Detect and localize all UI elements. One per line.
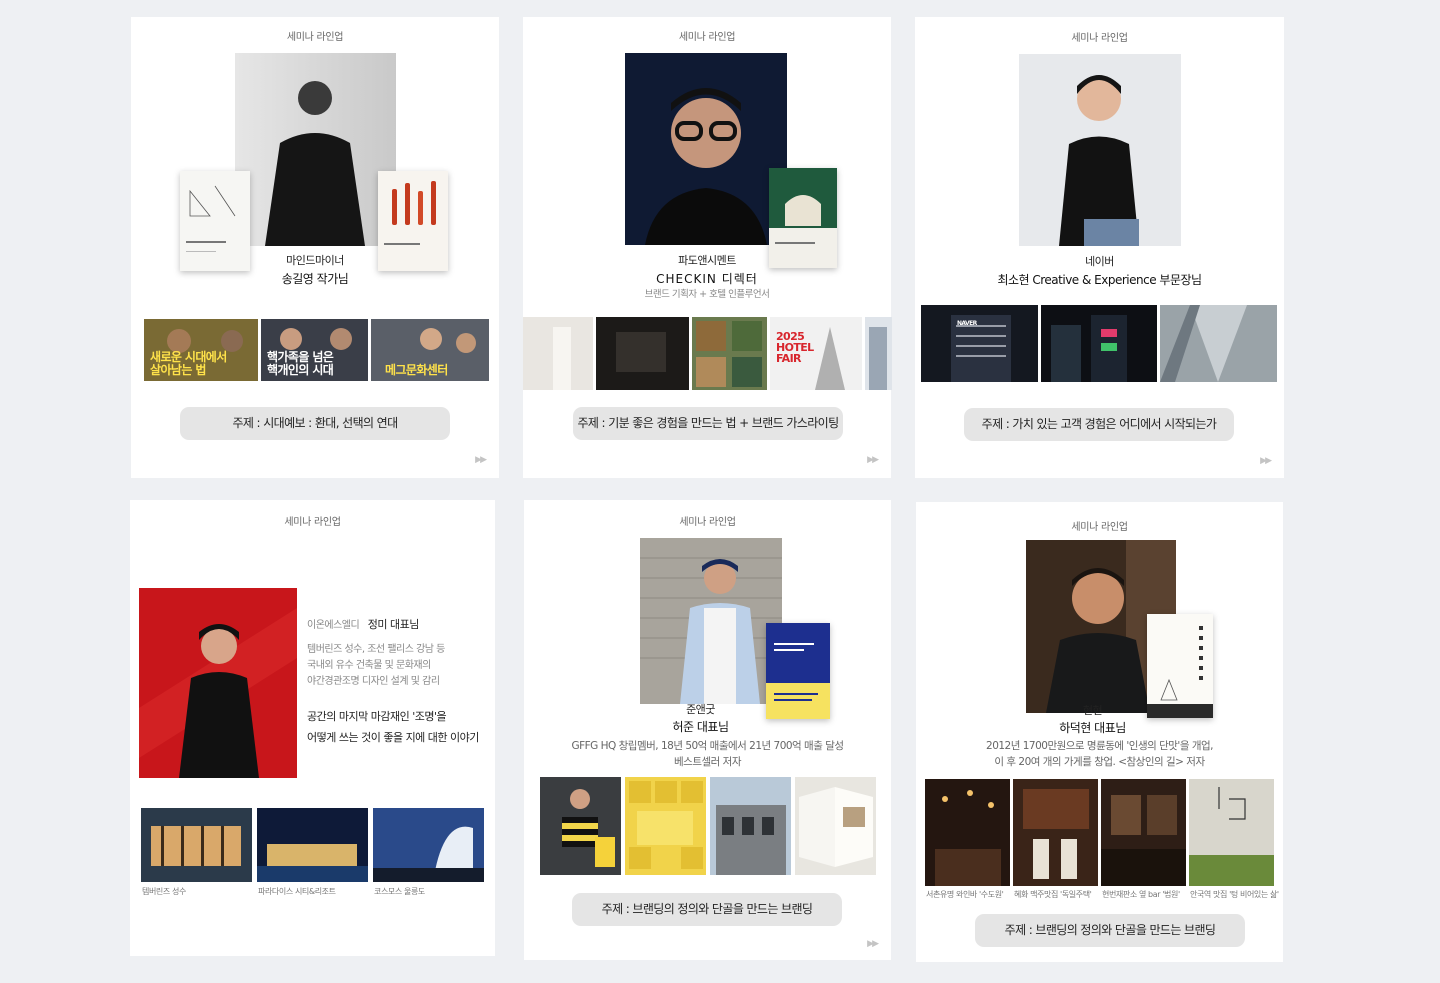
speaker-name: 최소현 Creative & Experience 부문장님: [997, 273, 1202, 287]
speaker-photo: [235, 53, 396, 246]
description-line: 2012년 1700만원으로 명륜동에 '인생의 단맛'을 개업,: [986, 740, 1213, 752]
topic-pill: 주제 : 가치 있는 고객 경험은 어디에서 시작되는가: [964, 408, 1234, 441]
video-thumbnail[interactable]: 핵가족을 넘은 핵개인의 시대: [261, 319, 368, 381]
thumbnail-image[interactable]: NAVER: [921, 305, 1038, 382]
caption-row: 서촌유명 와인바 '수도원' 혜화 맥주맛집 '독일주택' 현번재판소 옆 ba…: [926, 889, 1279, 900]
thumbnail-image[interactable]: [141, 808, 252, 882]
speaker-photo: [625, 53, 787, 245]
description-line: GFFG HQ 창립멤버, 18년 50억 매출에서 21년 700억 매출 달…: [571, 740, 844, 752]
caption-row: 템버린즈 성수 파라다이스 시티&리조트 코스모스 울릉도: [142, 886, 490, 897]
more-arrow-icon[interactable]: ▶▶: [1260, 456, 1272, 466]
description-line: 베스트셀러 저자: [674, 756, 741, 768]
thumbnail-text: NAVER: [957, 320, 977, 327]
thumbnail-image[interactable]: [540, 777, 621, 875]
thumbnail-image[interactable]: [1013, 779, 1098, 886]
seminar-card-1[interactable]: 세미나 라인업 마인드마이너 송길영 작가님 새로운 시대에서 살아남는 법 핵…: [131, 17, 499, 478]
highlight-line: 공간의 마지막 마감재인 '조명'을: [307, 710, 447, 723]
thumbnail-image[interactable]: [1101, 779, 1186, 886]
thumbnail-image[interactable]: [1160, 305, 1277, 382]
speaker-description: 2012년 1700만원으로 명륜동에 '인생의 단맛'을 개업, 이 후 20…: [916, 738, 1283, 770]
thumbnail-image[interactable]: [257, 808, 368, 882]
thumbnail-image[interactable]: [865, 317, 892, 390]
thumbnail-strip: 새로운 시대에서 살아남는 법 핵가족을 넘은 핵개인의 시대 메그문화센터: [144, 319, 489, 381]
seminar-card-5[interactable]: 세미나 라인업 준앤굿 허준 대표님 GFFG HQ 창립멤버, 18년 50억…: [524, 500, 891, 960]
seminar-card-6[interactable]: 세미나 라인업 현현 하덕현 대표님 2012년 1700만원으로 명륜동에 '…: [916, 502, 1283, 962]
video-thumbnail[interactable]: 새로운 시대에서 살아남는 법: [144, 319, 258, 381]
thumbnail-text: 핵가족을 넘은 핵개인의 시대: [267, 350, 334, 377]
card-kicker: 세미나 라인업: [1071, 522, 1128, 533]
speaker-description: GFFG HQ 창립멤버, 18년 50억 매출에서 21년 700억 매출 달…: [524, 738, 891, 770]
speaker-photo: [640, 538, 782, 704]
thumbnail-text: 메그문화센터: [385, 363, 448, 377]
speaker-photo: [139, 588, 297, 778]
image-caption: 템버린즈 성수: [142, 887, 186, 896]
speaker-info: 이온에스엘디 정미 대표님 템버린즈 성수, 조선 팰리스 강남 등 국내외 유…: [307, 613, 479, 748]
thumbnail-strip: 2025 HOTEL FAIR: [523, 317, 892, 390]
speaker-subtitle: 브랜드 기획자 + 호텔 인플루언서: [644, 289, 770, 300]
thumbnail-strip: NAVER: [921, 305, 1277, 382]
card-kicker: 세미나 라인업: [1071, 33, 1128, 44]
description-line: 템버린즈 성수, 조선 팰리스 강남 등: [307, 644, 445, 655]
thumbnail-image[interactable]: [596, 317, 689, 390]
image-caption: 파라다이스 시티&리조트: [258, 887, 336, 896]
speaker-name: 정미 대표님: [367, 618, 420, 631]
thumbnail-image[interactable]: [1189, 779, 1274, 886]
description-line: 야간경관조명 디자인 설계 및 감리: [307, 676, 440, 687]
thumbnail-strip: [925, 779, 1274, 886]
card-kicker: 세미나 라인업: [286, 32, 344, 43]
description-line: 국내외 유수 건축물 및 문화재의: [307, 660, 431, 671]
speaker-name: 하덕현 대표님: [1059, 721, 1126, 735]
thumbnail-image[interactable]: [523, 317, 593, 390]
speaker-org: 파도앤시멘트: [678, 254, 736, 267]
thumbnail-image[interactable]: 2025 HOTEL FAIR: [770, 317, 862, 390]
seminar-card-2[interactable]: 세미나 라인업 파도앤시멘트 CHECKIN 디렉터 브랜드 기획자 + 호텔 …: [523, 17, 892, 478]
highlight-line: 어떻게 쓰는 것이 좋을 지에 대한 이야기: [307, 731, 479, 744]
thumbnail-image[interactable]: [925, 779, 1010, 886]
description-line: 이 후 20여 개의 가게를 창업. <참상인의 길> 저자: [994, 756, 1205, 768]
speaker-org: 준앤굿: [686, 703, 715, 716]
image-caption: 안국역 맛집 '텅 비어있는 삶': [1190, 890, 1279, 899]
speaker-name: 송길영 작가님: [281, 272, 349, 286]
speaker-name: 허준 대표님: [672, 720, 729, 734]
speaker-org: 마인드마이너: [286, 254, 344, 267]
speaker-org: 이온에스엘디: [307, 620, 360, 631]
topic-pill: 주제 : 브랜딩의 정의와 단골을 만드는 브랜딩: [975, 914, 1245, 947]
card-kicker: 세미나 라인업: [678, 32, 736, 43]
speaker-photo: [1019, 54, 1181, 246]
image-caption: 혜화 맥주맛집 '독일주택': [1014, 890, 1092, 899]
thumbnail-image[interactable]: [710, 777, 791, 875]
thumbnail-strip: [540, 777, 876, 875]
card-kicker: 세미나 라인업: [679, 517, 736, 528]
image-caption: 코스모스 울릉도: [374, 887, 425, 896]
thumbnail-text: 2025 HOTEL FAIR: [776, 330, 814, 365]
image-caption: 현번재판소 옆 bar '법원': [1102, 890, 1180, 899]
video-thumbnail[interactable]: 메그문화센터: [371, 319, 489, 381]
speaker-name: CHECKIN 디렉터: [656, 272, 758, 286]
thumbnail-image[interactable]: [795, 777, 876, 875]
thumbnail-text: 새로운 시대에서 살아남는 법: [150, 350, 227, 377]
image-caption: 서촌유명 와인바 '수도원': [926, 890, 1004, 899]
thumbnail-strip: [141, 808, 484, 882]
thumbnail-image[interactable]: [625, 777, 706, 875]
more-arrow-icon[interactable]: ▶▶: [867, 455, 879, 465]
topic-pill: 주제 : 브랜딩의 정의와 단골을 만드는 브랜딩: [572, 893, 842, 926]
speaker-org: 네이버: [1085, 255, 1114, 268]
card-kicker: 세미나 라인업: [284, 517, 341, 528]
thumbnail-image[interactable]: [373, 808, 484, 882]
seminar-card-4[interactable]: 세미나 라인업 이온에스엘디 정미 대표님 템버린즈 성수, 조선 팰리스 강남…: [130, 500, 495, 956]
more-arrow-icon[interactable]: ▶▶: [475, 455, 487, 465]
thumbnail-image[interactable]: [692, 317, 767, 390]
topic-pill: 주제 : 기분 좋은 경험을 만드는 법 + 브랜드 가스라이팅: [573, 407, 843, 440]
more-arrow-icon[interactable]: ▶▶: [867, 939, 879, 949]
speaker-org: 현현: [1082, 704, 1103, 717]
topic-pill: 주제 : 시대예보 : 환대, 선택의 연대: [180, 407, 450, 440]
thumbnail-image[interactable]: [1041, 305, 1157, 382]
seminar-card-3[interactable]: 세미나 라인업 네이버 최소현 Creative & Experience 부문…: [915, 17, 1284, 478]
